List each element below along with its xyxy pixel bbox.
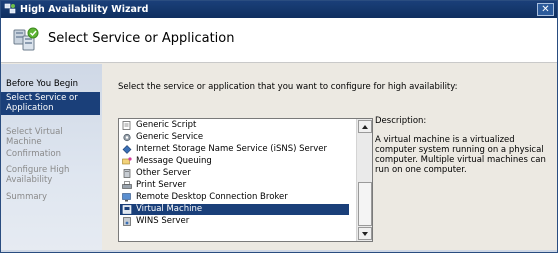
message-queue-icon [122, 157, 132, 165]
cluster-app-icon [4, 3, 16, 14]
remote-desktop-icon [122, 193, 131, 202]
list-item-label: Internet Storage Name Service (iSNS) Ser… [136, 144, 328, 154]
list-item-label: Other Server [136, 168, 191, 178]
list-item[interactable]: Other Server [120, 168, 349, 179]
list-item-label: Message Queuing [136, 156, 212, 166]
service-gear-icon [123, 133, 131, 142]
scroll-thumb[interactable] [358, 182, 372, 226]
instruction-text: Select the service or application that y… [118, 82, 458, 92]
description-label: Description: [375, 116, 427, 126]
service-listbox[interactable]: Generic Script Generic Service Internet … [118, 118, 373, 242]
wizard-window: High Availability Wizard ✕ Select Servic… [0, 0, 558, 253]
server-icon [123, 169, 131, 178]
list-item[interactable]: Print Server [120, 180, 349, 191]
list-item-label: Print Server [136, 180, 187, 190]
list-item[interactable]: WINS Server [120, 216, 349, 227]
script-icon [122, 121, 131, 130]
wizard-content: Select the service or application that y… [102, 64, 557, 252]
list-item[interactable]: Internet Storage Name Service (iSNS) Ser… [120, 144, 349, 155]
scroll-up-button[interactable] [358, 120, 372, 133]
nav-step-configure-high-availability: Configure High Availability [6, 165, 70, 185]
description-text: A virtual machine is a virtualized compu… [375, 135, 546, 175]
arrow-down-icon [362, 232, 368, 236]
list-item[interactable]: Remote Desktop Connection Broker [120, 192, 349, 203]
list-item-label: Generic Script [136, 120, 197, 130]
isns-icon [122, 145, 132, 154]
list-scrollbar[interactable] [356, 119, 372, 241]
virtual-machine-icon [122, 205, 132, 214]
list-item-label: WINS Server [136, 216, 190, 226]
list-item[interactable]: Generic Service [120, 132, 349, 143]
nav-step-select-service[interactable]: Select Service or Application [1, 92, 100, 115]
nav-step-summary: Summary [6, 192, 48, 202]
list-item-selected[interactable]: Virtual Machine [120, 204, 349, 215]
nav-step-before-you-begin[interactable]: Before You Begin [6, 79, 99, 89]
close-icon: ✕ [541, 4, 550, 15]
scroll-down-button[interactable] [358, 227, 372, 240]
nav-step-confirmation: Confirmation [6, 149, 61, 159]
close-button[interactable]: ✕ [537, 3, 554, 16]
wizard-header: Select Service or Application [1, 18, 557, 63]
wizard-steps-nav: Before You Begin Select Service or Appli… [1, 64, 102, 252]
printer-icon [122, 181, 132, 189]
cluster-wizard-icon [13, 27, 39, 51]
list-item[interactable]: Generic Script [120, 120, 349, 131]
list-item[interactable]: Message Queuing [120, 156, 349, 167]
title-bar[interactable]: High Availability Wizard ✕ [1, 1, 557, 18]
arrow-up-icon [362, 125, 368, 129]
list-item-label: Remote Desktop Connection Broker [136, 192, 288, 202]
list-item-label: Generic Service [136, 132, 204, 142]
wins-icon [123, 217, 131, 226]
window-title: High Availability Wizard [20, 4, 149, 15]
window-bottom-edge [1, 250, 557, 252]
nav-step-select-virtual-machine: Select Virtual Machine [6, 127, 63, 147]
list-item-label: Virtual Machine [136, 204, 203, 214]
page-title: Select Service or Application [48, 31, 235, 46]
